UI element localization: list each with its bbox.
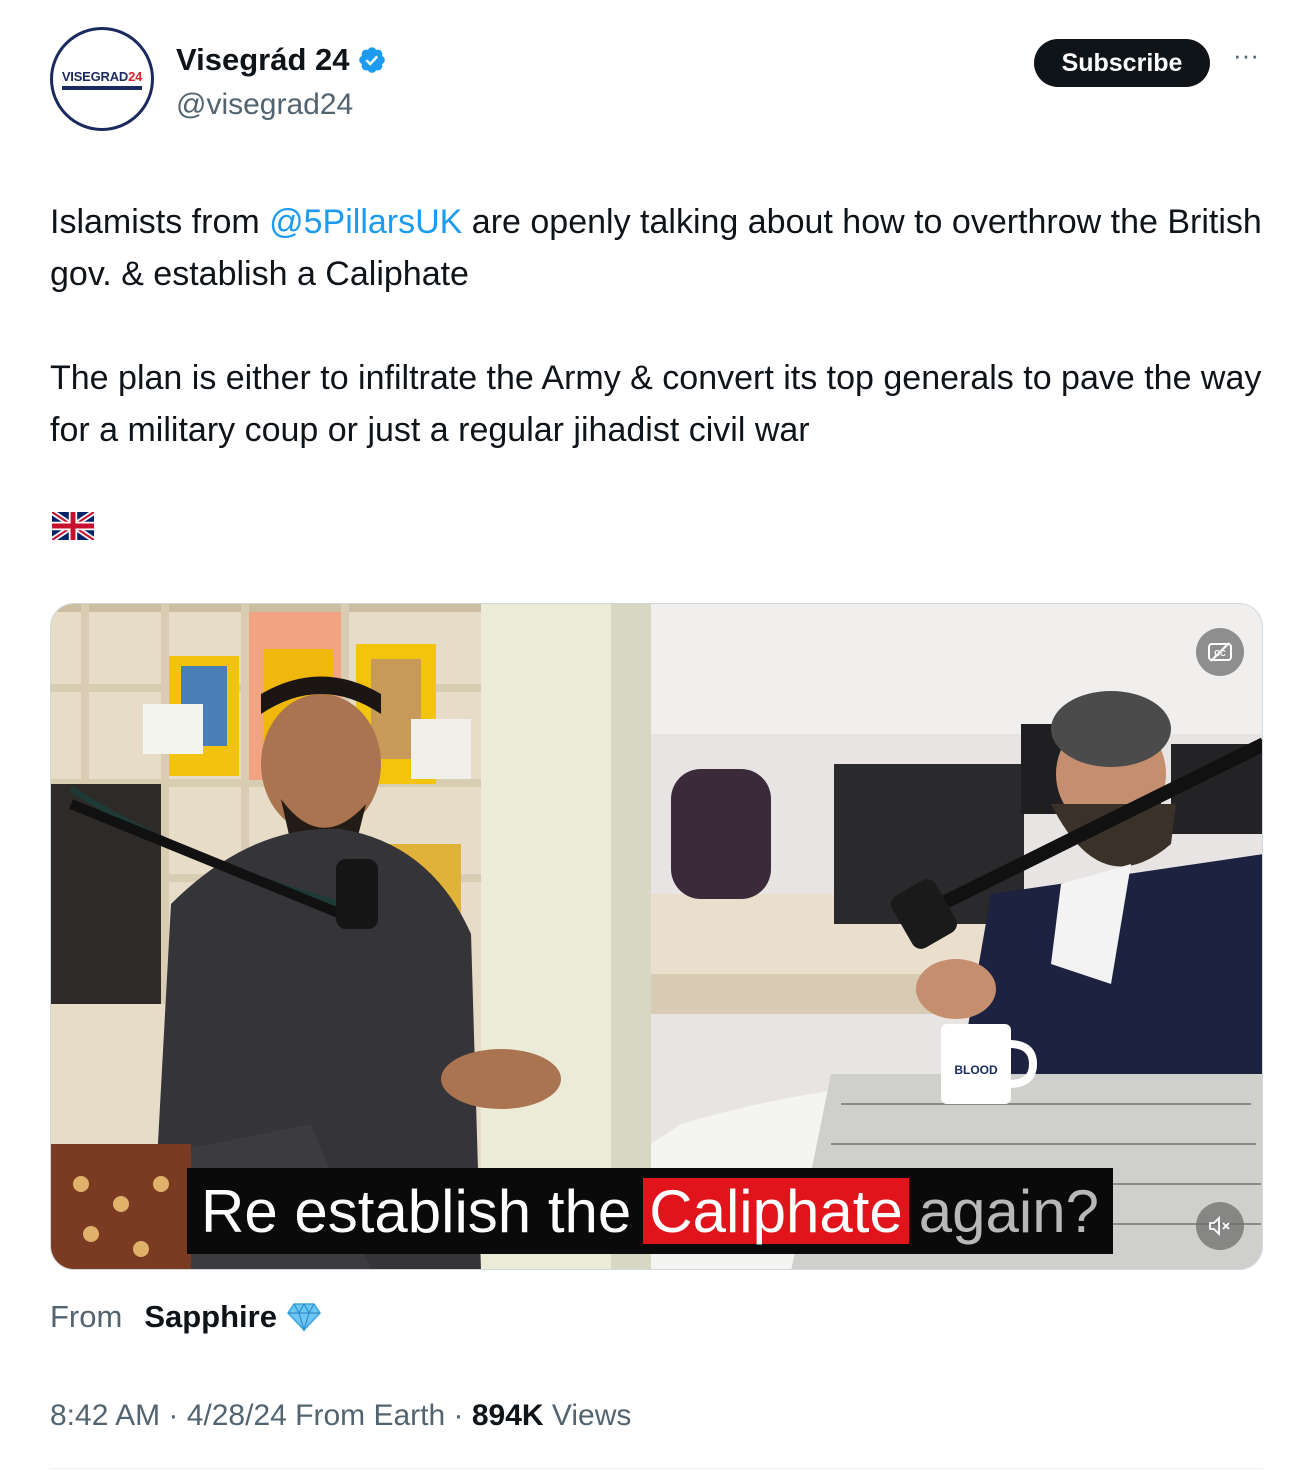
caption-text: Re establish the <box>201 1177 632 1245</box>
views-count: 894K <box>471 1399 544 1432</box>
media-source: From Sapphire <box>50 1299 321 1335</box>
avatar-logo-text: VISEGRAD24 <box>61 68 143 84</box>
timestamp[interactable]: 8:42 AM · 4/28/24 From Earth · <box>50 1399 472 1432</box>
tweet-text-segment: Islamists from <box>50 203 270 241</box>
verified-badge-icon <box>359 47 386 73</box>
avatar-logo-bar <box>62 85 142 90</box>
source-account-link[interactable]: Sapphire <box>144 1299 277 1335</box>
mention-link[interactable]: @5PillarsUK <box>269 203 462 241</box>
from-label: From <box>50 1299 123 1334</box>
caption-highlight: Caliphate <box>643 1178 909 1245</box>
closed-captions-button[interactable]: CC <box>1196 628 1244 676</box>
captions-off-icon: CC <box>1208 642 1232 662</box>
tweet-paragraph-2: The plan is either to infiltrate the Arm… <box>50 359 1262 449</box>
divider <box>50 1468 1263 1469</box>
video-player[interactable]: BLOOD Re establish the Caliphate again? … <box>50 603 1263 1270</box>
display-name-text[interactable]: Visegrád 24 <box>176 42 349 78</box>
user-handle[interactable]: @visegrad24 <box>176 88 353 122</box>
muted-speaker-icon <box>1209 1215 1230 1237</box>
mug-text: BLOOD <box>954 1063 998 1077</box>
uk-flag-icon <box>52 512 94 540</box>
display-name[interactable]: Visegrád 24 <box>176 42 387 78</box>
tweet-header: VISEGRAD24 Visegrád 24 @visegrad24 Subsc… <box>0 0 1312 150</box>
more-options-icon[interactable]: ··· <box>1228 42 1264 76</box>
video-caption: Re establish the Caliphate again? <box>187 1168 1113 1254</box>
tweet-paragraph-1: Islamists from @5PillarsUK are openly ta… <box>50 196 1270 300</box>
subscribe-button[interactable]: Subscribe <box>1034 39 1210 87</box>
diamond-icon <box>287 1302 321 1332</box>
tweet-text: Islamists from @5PillarsUK are openly ta… <box>50 196 1270 456</box>
caption-text-dim: again? <box>918 1177 1099 1245</box>
avatar[interactable]: VISEGRAD24 <box>50 27 154 131</box>
tweet-metadata: 8:42 AM · 4/28/24 From Earth · 894K View… <box>50 1399 631 1433</box>
views-label: Views <box>543 1399 632 1432</box>
unmute-button[interactable] <box>1196 1202 1244 1250</box>
